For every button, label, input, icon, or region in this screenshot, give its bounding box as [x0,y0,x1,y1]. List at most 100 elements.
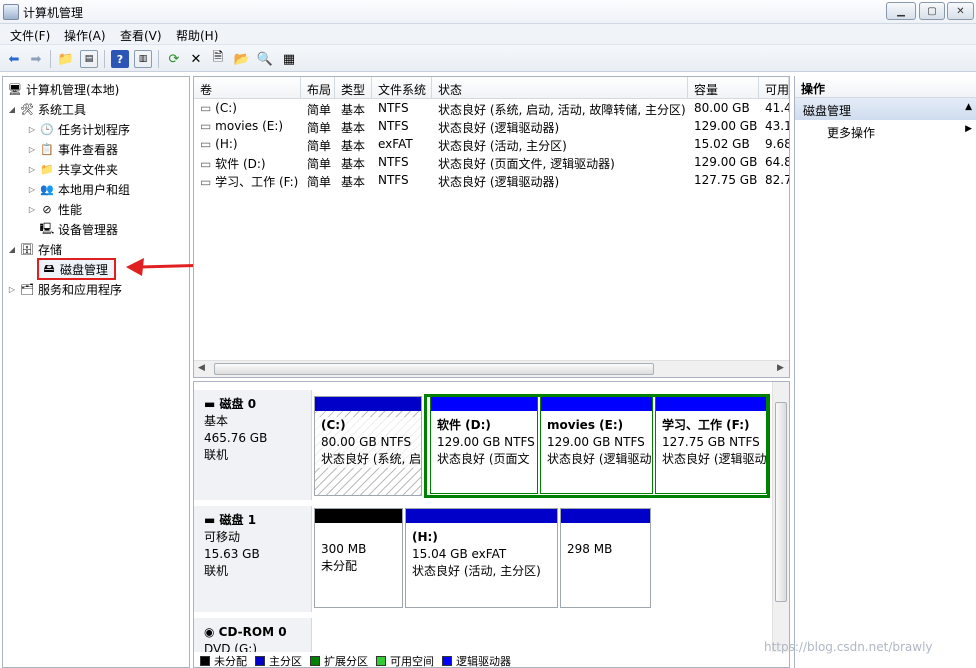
volume-cell: ▭ (C:) [194,101,301,119]
cell-text: 简单 [307,121,332,135]
search-icon[interactable]: 🔍 [256,50,274,68]
table-row[interactable]: ▭ (C:) 简单 基本 NTFS 状态良好 (系统, 启动, 活动, 故障转储, 主分… [194,101,789,119]
properties-icon[interactable]: 🗎 [209,50,227,68]
tree-item-shared-folders[interactable]: ▷ 📁 共享文件夹 [3,159,189,179]
scroll-right-icon[interactable]: ▶ [777,363,784,373]
partition-d[interactable]: 软件 (D:) 129.00 GB NTFS 状态良好 (页面文 [430,396,538,494]
collapsed-triangle-icon[interactable]: ▷ [27,165,37,174]
collapsed-triangle-icon[interactable]: ▷ [27,125,37,134]
partition-h[interactable]: (H:) 15.04 GB exFAT 状态良好 (活动, 主分区) [405,508,558,608]
table-row[interactable]: ▭ movies (E:) 简单 基本 NTFS 状态良好 (逻辑驱动器) 129.00 … [194,119,789,137]
cell-text: 基本 [341,121,366,135]
scroll-thumb[interactable] [214,363,654,375]
legend-label: 逻辑驱动器 [456,654,511,668]
minimize-button[interactable]: ▁ [886,2,916,20]
actions-section[interactable]: 磁盘管理 ▲ [795,98,976,120]
disk-management-icon: 🖴 [43,261,55,275]
collapse-icon[interactable]: ▲ [965,102,972,112]
collapsed-triangle-icon[interactable]: ▷ [27,145,37,154]
cdrom-label[interactable]: ◉ CD-ROM 0 DVD (G:) [194,618,312,656]
column-header[interactable]: 可用 [759,77,789,99]
tree-item-task-scheduler[interactable]: ▷ 🕒 任务计划程序 [3,119,189,139]
cell-text: (C:) [215,101,237,115]
tree-item-performance[interactable]: ▷ ⊘ 性能 [3,199,189,219]
disk-name: ▬ 磁盘 0 [204,397,257,411]
open-folder-icon[interactable]: 📂 [233,50,251,68]
disk1-label[interactable]: ▬ 磁盘 1 可移动 15.63 GB 联机 [194,506,312,612]
partition-e[interactable]: movies (E:) 129.00 GB NTFS 状态良好 (逻辑驱动 [540,396,653,494]
delete-icon[interactable]: ✕ [187,50,205,68]
logical-swatch [442,655,452,666]
table-row[interactable]: ▭ 软件 (D:) 简单 基本 NTFS 状态良好 (页面文件, 逻辑驱动器) 129.0… [194,155,789,173]
partition-title: 学习、工作 (F:) [662,418,750,432]
back-arrow-icon[interactable]: ⬅ [5,50,23,68]
partition-f[interactable]: 学习、工作 (F:) 127.75 GB NTFS 状态良好 (逻辑驱动 [655,396,767,494]
table-cell: 64.8 [759,155,789,173]
drive-icon: ▭ [200,157,216,171]
menu-view[interactable]: 查看(V) [120,27,162,44]
cell-text: 状态良好 (系统, 启动, 活动, 故障转储, 主分区) [438,103,686,117]
performance-icon: ⊘ [42,202,52,216]
tree-label: 存储 [38,242,63,257]
tree-label: 共享文件夹 [58,162,119,177]
menu-help[interactable]: 帮助(H) [176,27,218,44]
refresh-icon[interactable]: ⟳ [165,50,183,68]
tree-item-device-manager[interactable]: 🖳 设备管理器 [3,219,189,239]
table-cell: 简单 [301,155,335,173]
column-header[interactable]: 类型 [335,77,372,99]
column-header[interactable]: 文件系统 [372,77,432,99]
disk-size: 465.76 GB [204,431,268,445]
tree-item-root[interactable]: 🖥 计算机管理(本地) [3,79,189,99]
table-cell: 基本 [335,137,372,155]
tools-icon: 🛠 [20,102,34,116]
column-header[interactable]: 卷 [194,77,301,99]
legend-label: 可用空间 [390,654,434,668]
show-hide-tree-icon[interactable]: ▤ [80,50,98,68]
table-row[interactable]: ▭ (H:) 简单 基本 exFAT 状态良好 (活动, 主分区) 15.02 GB 9.6… [194,137,789,155]
menu-action[interactable]: 操作(A) [64,27,106,44]
collapsed-triangle-icon[interactable]: ▷ [27,205,37,214]
table-cell: 127.75 GB [688,173,759,191]
column-header[interactable]: 状态 [432,77,688,99]
table-row[interactable]: ▭ 学习、工作 (F:) 简单 基本 NTFS 状态良好 (逻辑驱动器) 127.75 G… [194,173,789,191]
tree-item-local-users[interactable]: ▷ 👥 本地用户和组 [3,179,189,199]
expanded-triangle-icon[interactable]: ◢ [7,245,17,254]
tree-label: 设备管理器 [58,222,119,237]
help-icon[interactable]: ? [111,50,129,68]
cell-text: NTFS [378,173,409,187]
device-manager-icon: 🖳 [39,221,55,235]
scroll-thumb[interactable] [775,402,787,602]
tree-item-system-tools[interactable]: ◢ 🛠 系统工具 [3,99,189,119]
menu-file[interactable]: 文件(F) [10,27,50,44]
users-icon: 👥 [40,182,54,196]
expanded-triangle-icon[interactable]: ◢ [7,105,17,114]
column-header[interactable]: 容量 [688,77,759,99]
partition-status: 状态良好 (逻辑驱动 [547,452,652,466]
tree-label: 性能 [58,202,83,217]
collapsed-triangle-icon[interactable]: ▷ [27,185,37,194]
horizontal-scrollbar[interactable]: ◀ ▶ [194,360,789,377]
partition-unlabeled[interactable]: 298 MB [560,508,651,608]
show-action-pane-icon[interactable]: ▥ [134,50,152,68]
tree-item-services[interactable]: ▷ 🗂 服务和应用程序 [3,279,189,299]
up-folder-icon[interactable]: 📁 [57,50,75,68]
maximize-button[interactable]: ▢ [919,2,945,20]
vertical-scrollbar[interactable] [772,382,789,652]
collapsed-triangle-icon[interactable]: ▷ [7,285,17,294]
partition-c[interactable]: (C:) 80.00 GB NTFS 状态良好 (系统, 启 [314,396,422,496]
unallocated-space[interactable]: 300 MB 未分配 [314,508,403,608]
partition-size: 129.00 GB NTFS [547,435,645,449]
toolbar-separator [50,50,51,68]
table-cell: NTFS [372,119,432,137]
column-header[interactable]: 布局 [301,77,335,99]
scroll-left-icon[interactable]: ◀ [198,363,205,373]
close-button[interactable]: ✕ [947,2,974,20]
settings-icon[interactable]: ▦ [280,50,298,68]
forward-arrow-icon[interactable]: ➡ [27,50,45,68]
table-cell: 41.4 [759,101,789,119]
more-actions[interactable]: 更多操作 ▶ [795,120,976,142]
partition-status: 状态良好 (逻辑驱动 [662,452,767,466]
table-cell: 状态良好 (页面文件, 逻辑驱动器) [432,155,688,173]
tree-item-event-viewer[interactable]: ▷ 📋 事件查看器 [3,139,189,159]
disk0-label[interactable]: ▬ 磁盘 0 基本 465.76 GB 联机 [194,390,312,500]
